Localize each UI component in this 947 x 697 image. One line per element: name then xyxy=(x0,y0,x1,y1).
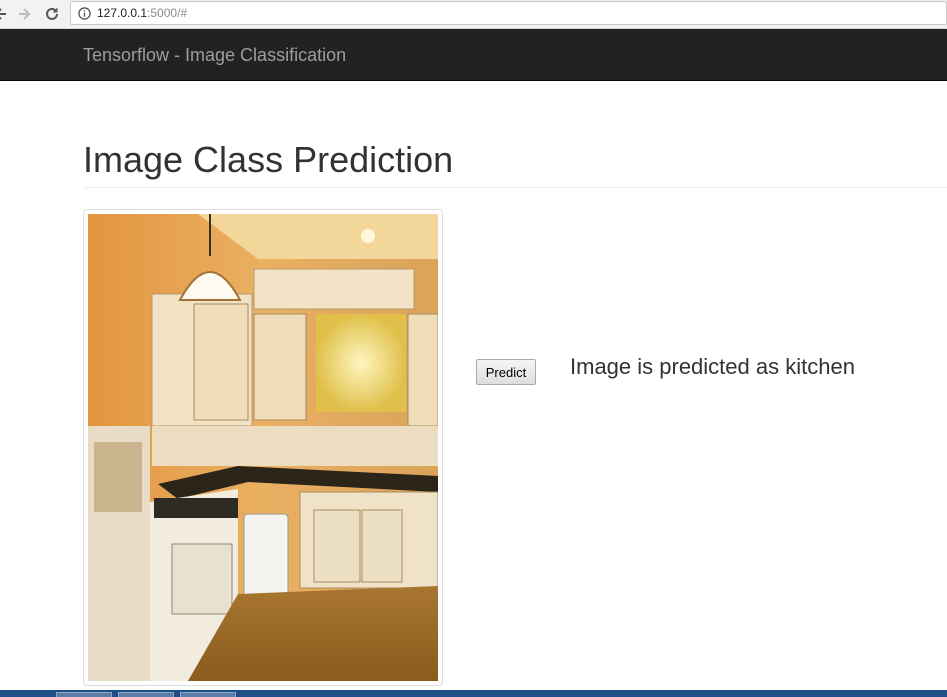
prediction-result: Image is predicted as kitchen xyxy=(570,354,855,379)
url-host: 127.0.0.1 xyxy=(97,6,148,20)
taskbar-item[interactable] xyxy=(180,692,236,697)
predict-button[interactable]: Predict xyxy=(476,359,536,385)
reload-icon[interactable] xyxy=(41,3,63,25)
taskbar-item[interactable] xyxy=(118,692,174,697)
browser-toolbar: 127.0.0.1:5000/# xyxy=(0,0,947,29)
kitchen-photo xyxy=(88,214,438,681)
url-path: :5000/# xyxy=(147,6,188,20)
address-bar[interactable]: 127.0.0.1:5000/# xyxy=(70,1,947,25)
page-title: Image Class Prediction xyxy=(83,139,454,180)
info-icon[interactable] xyxy=(78,6,91,20)
back-arrow-icon[interactable] xyxy=(0,3,12,25)
title-divider xyxy=(83,187,947,188)
site-navbar: Tensorflow - Image Classification xyxy=(0,29,947,81)
uploaded-image-thumbnail xyxy=(83,209,443,686)
forward-arrow-icon[interactable] xyxy=(13,3,35,25)
navbar-brand[interactable]: Tensorflow - Image Classification xyxy=(83,45,346,65)
taskbar-item[interactable] xyxy=(56,692,112,697)
